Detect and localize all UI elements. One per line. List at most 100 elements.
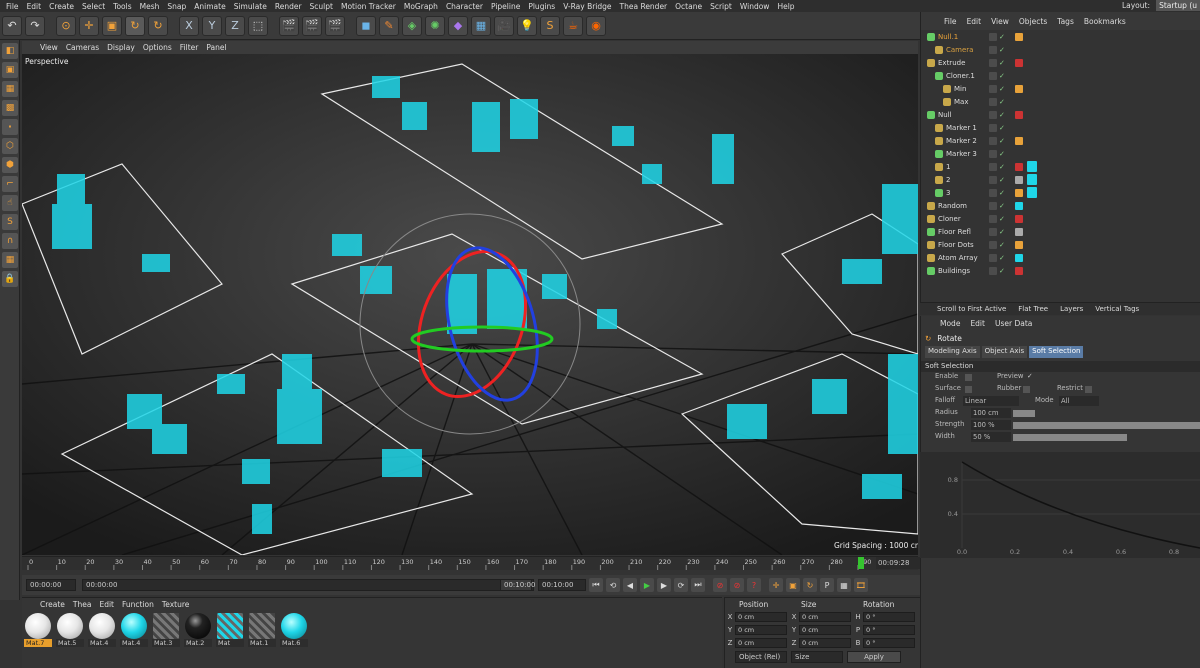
- autokey-icon[interactable]: ⊘: [730, 578, 744, 592]
- material-item[interactable]: Mat.1: [248, 613, 276, 647]
- points-mode-icon[interactable]: ⬝: [2, 119, 18, 135]
- object-tag-icon[interactable]: [1027, 161, 1037, 172]
- width-slider[interactable]: [1013, 434, 1127, 441]
- material-item[interactable]: Mat.6: [280, 613, 308, 647]
- viewport-menu-filter[interactable]: Filter: [176, 43, 203, 52]
- menu-character[interactable]: Character: [442, 2, 487, 11]
- enabled-check[interactable]: ✓: [999, 189, 1007, 197]
- radius-slider[interactable]: [1013, 410, 1035, 417]
- material-item[interactable]: Mat.2: [184, 613, 212, 647]
- object-row[interactable]: Null ✓: [921, 108, 1200, 121]
- enabled-check[interactable]: ✓: [999, 124, 1007, 132]
- apply-button[interactable]: Apply: [847, 651, 901, 663]
- object-tag-icon[interactable]: [1015, 201, 1023, 210]
- material-menu-thea[interactable]: Thea: [69, 600, 96, 609]
- object-name[interactable]: Floor Dots: [938, 241, 974, 249]
- enabled-check[interactable]: ✓: [999, 267, 1007, 275]
- material-item[interactable]: Mat.5: [56, 613, 84, 647]
- object-tag-icon[interactable]: [1015, 214, 1023, 223]
- object-tag-icon[interactable]: [1015, 136, 1023, 145]
- object-row[interactable]: Floor Dots ✓: [921, 238, 1200, 251]
- material-menu-edit[interactable]: Edit: [95, 600, 118, 609]
- keyframe-selection-icon[interactable]: ?: [747, 578, 761, 592]
- rotation-field[interactable]: 0 °: [863, 611, 915, 622]
- visibility-dot[interactable]: [989, 32, 997, 41]
- surface-checkbox[interactable]: [965, 386, 972, 393]
- menu-file[interactable]: File: [2, 2, 23, 11]
- menu-tools[interactable]: Tools: [109, 2, 135, 11]
- magnet-icon[interactable]: ∩: [2, 233, 18, 249]
- size-field[interactable]: 0 cm: [799, 611, 851, 622]
- render-region-icon[interactable]: 🎬: [279, 15, 299, 36]
- polygons-mode-icon[interactable]: ⬢: [2, 157, 18, 173]
- visibility-dot[interactable]: [989, 45, 997, 54]
- deformer-icon[interactable]: ◆: [448, 15, 468, 36]
- visibility-dot[interactable]: [989, 58, 997, 67]
- attribute-tab-modeling-axis[interactable]: Modeling Axis: [925, 346, 980, 358]
- visibility-dot[interactable]: [989, 227, 997, 236]
- menu-plugins[interactable]: Plugins: [524, 2, 559, 11]
- record-keys-icon[interactable]: ⊘: [713, 578, 727, 592]
- visibility-dot[interactable]: [989, 123, 997, 132]
- prev-frame-icon[interactable]: ◀: [623, 578, 637, 592]
- object-row[interactable]: Camera ✓: [921, 43, 1200, 56]
- enabled-check[interactable]: ✓: [999, 163, 1007, 171]
- strength-field[interactable]: 100 %: [971, 420, 1011, 430]
- width-field[interactable]: 50 %: [971, 432, 1011, 442]
- menu-pipeline[interactable]: Pipeline: [487, 2, 524, 11]
- param-key-icon[interactable]: P: [820, 578, 834, 592]
- object-name[interactable]: Random: [938, 202, 967, 210]
- visibility-dot[interactable]: [989, 97, 997, 106]
- current-frame-field[interactable]: 00:09:28: [876, 557, 920, 569]
- pen-icon[interactable]: ✎: [379, 15, 399, 36]
- rotation-key-icon[interactable]: ↻: [803, 578, 817, 592]
- object-row[interactable]: Floor Refl ✓: [921, 225, 1200, 238]
- material-menu-function[interactable]: Function: [118, 600, 158, 609]
- texture-mode-icon[interactable]: ▦: [2, 81, 18, 97]
- object-row[interactable]: Buildings ✓: [921, 264, 1200, 277]
- scale-key-icon[interactable]: ▣: [786, 578, 800, 592]
- object-name[interactable]: Marker 2: [946, 137, 977, 145]
- enabled-check[interactable]: ✓: [999, 254, 1007, 262]
- start-time-field[interactable]: 00:00:00: [26, 579, 76, 591]
- light-icon[interactable]: 💡: [517, 15, 537, 36]
- recent-tool-icon[interactable]: ↻: [148, 15, 168, 36]
- tweak-icon[interactable]: ☝: [2, 195, 18, 211]
- visibility-dot[interactable]: [989, 266, 997, 275]
- octane-icon[interactable]: ◉: [586, 15, 606, 36]
- object-name[interactable]: 1: [946, 163, 950, 171]
- visibility-dot[interactable]: [989, 240, 997, 249]
- snap-icon[interactable]: S: [2, 214, 18, 230]
- attribute-tab-object-axis[interactable]: Object Axis: [981, 346, 1028, 358]
- menu-select[interactable]: Select: [78, 2, 109, 11]
- rubber-checkbox[interactable]: [1023, 386, 1030, 393]
- object-menu-tags[interactable]: Tags: [1052, 17, 1079, 26]
- enabled-check[interactable]: ✓: [999, 85, 1007, 93]
- menu-v-ray-bridge[interactable]: V-Ray Bridge: [559, 2, 615, 11]
- script-icon[interactable]: S: [540, 15, 560, 36]
- menu-create[interactable]: Create: [45, 2, 78, 11]
- menu-simulate[interactable]: Simulate: [230, 2, 271, 11]
- object-menu-file[interactable]: File: [939, 17, 962, 26]
- z-axis-icon[interactable]: Z: [225, 15, 245, 36]
- menu-snap[interactable]: Snap: [163, 2, 190, 11]
- enabled-check[interactable]: ✓: [999, 241, 1007, 249]
- enabled-check[interactable]: ✓: [999, 33, 1007, 41]
- visibility-dot[interactable]: [989, 110, 997, 119]
- y-axis-icon[interactable]: Y: [202, 15, 222, 36]
- time-range-slider[interactable]: 00:00:00: [82, 579, 534, 591]
- next-key-icon[interactable]: ⟳: [674, 578, 688, 592]
- material-menu-create[interactable]: Create: [36, 600, 69, 609]
- object-name[interactable]: 2: [946, 176, 950, 184]
- object-name[interactable]: Extrude: [938, 59, 965, 67]
- make-editable-icon[interactable]: ◧: [2, 43, 18, 59]
- viewport-scene[interactable]: Grid Spacing : 1000 cm Perspective: [22, 54, 918, 555]
- layout-dropdown[interactable]: Startup (u: [1156, 0, 1200, 11]
- position-field[interactable]: 0 cm: [735, 624, 787, 635]
- edges-mode-icon[interactable]: ⬡: [2, 138, 18, 154]
- menu-edit[interactable]: Edit: [23, 2, 46, 11]
- material-item[interactable]: Mat.3: [152, 613, 180, 647]
- object-name[interactable]: Min: [954, 85, 966, 93]
- material-item[interactable]: Mat: [216, 613, 244, 647]
- menu-thea-render[interactable]: Thea Render: [616, 2, 672, 11]
